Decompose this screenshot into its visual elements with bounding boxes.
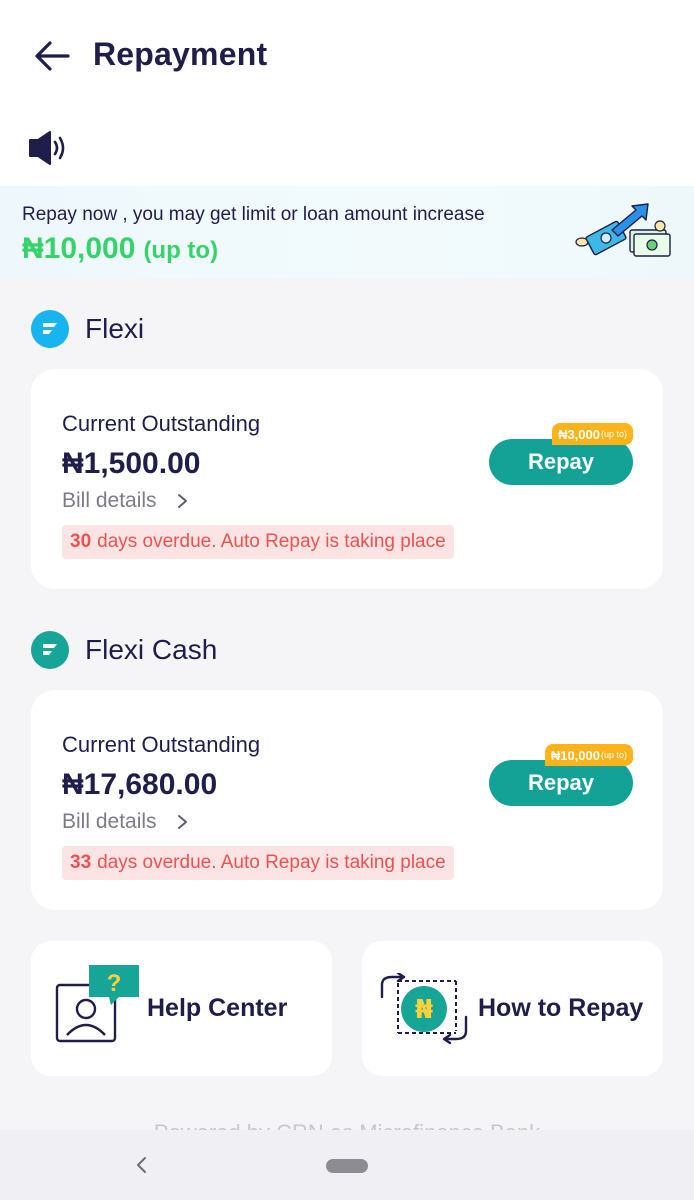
overdue-notice: 33 days overdue. Auto Repay is taking pl…	[62, 846, 454, 880]
overdue-days: 33	[70, 852, 92, 873]
tag-amount: ₦3,000	[558, 426, 600, 442]
overdue-days: 30	[70, 531, 92, 552]
section-flexi-cash: Flexi Cash	[31, 631, 217, 669]
nav-back-icon[interactable]	[134, 1155, 148, 1175]
outstanding-amount: ₦1,500.00	[62, 447, 201, 480]
repay-button[interactable]: Repay	[489, 760, 633, 806]
outstanding-label: Current Outstanding	[62, 411, 261, 436]
outstanding-amount: ₦17,680.00	[62, 768, 218, 801]
speaker-icon[interactable]	[28, 130, 68, 166]
repay-bonus-tag: ₦10,000 (up to)	[544, 744, 633, 766]
flexi-logo-icon	[31, 310, 69, 348]
bill-details-label: Bill details	[62, 810, 157, 833]
back-arrow-icon[interactable]	[30, 34, 74, 78]
repay-bonus-tag: ₦3,000 (up to)	[552, 423, 633, 445]
money-growth-illustration	[575, 203, 671, 257]
tag-suffix: (up to)	[600, 750, 627, 760]
bill-details-link[interactable]: Bill details	[62, 489, 189, 513]
loan-card-flexi-cash: Current Outstanding ₦17,680.00 Bill deta…	[31, 690, 663, 910]
repayment-screen: Repayment Repay now , you may get limit …	[0, 0, 694, 1200]
chevron-right-icon	[177, 815, 187, 829]
svg-text:?: ?	[107, 970, 122, 997]
bill-details-label: Bill details	[62, 489, 157, 512]
overdue-notice: 30 days overdue. Auto Repay is taking pl…	[62, 525, 454, 559]
banner-amount: ₦10,000 (up to)	[22, 232, 218, 266]
svg-text:₦: ₦	[415, 995, 433, 1025]
bill-details-link[interactable]: Bill details	[62, 810, 189, 834]
help-center-label: Help Center	[147, 994, 288, 1022]
tag-amount: ₦10,000	[550, 747, 600, 763]
nav-home-pill[interactable]	[326, 1159, 368, 1173]
section-title: Flexi Cash	[85, 634, 218, 665]
how-to-repay-label: How to Repay	[478, 994, 644, 1022]
banner-text: Repay now , you may get limit or loan am…	[22, 204, 485, 225]
section-flexi: Flexi	[31, 310, 144, 348]
banner-amount-value: ₦10,000	[22, 232, 136, 265]
header: Repayment	[0, 0, 694, 186]
help-center-tile[interactable]: ? Help Center	[31, 941, 332, 1076]
flexi-cash-logo-icon	[31, 631, 69, 669]
overdue-text: days overdue. Auto Repay is taking place	[97, 531, 446, 552]
how-to-repay-tile[interactable]: ₦ How to Repay	[362, 941, 663, 1076]
outstanding-label: Current Outstanding	[62, 732, 261, 757]
section-title: Flexi	[85, 313, 145, 344]
repay-button[interactable]: Repay	[489, 439, 633, 485]
tag-suffix: (up to)	[600, 429, 627, 439]
help-center-icon: ?	[55, 965, 139, 1043]
chevron-right-icon	[177, 494, 187, 508]
loan-card-flexi: Current Outstanding ₦1,500.00 Bill detai…	[31, 369, 663, 589]
page-title: Repayment	[93, 36, 268, 72]
overdue-text: days overdue. Auto Repay is taking place	[97, 852, 446, 873]
banner-amount-suffix: (up to)	[143, 237, 219, 264]
how-to-repay-icon: ₦	[380, 973, 468, 1045]
